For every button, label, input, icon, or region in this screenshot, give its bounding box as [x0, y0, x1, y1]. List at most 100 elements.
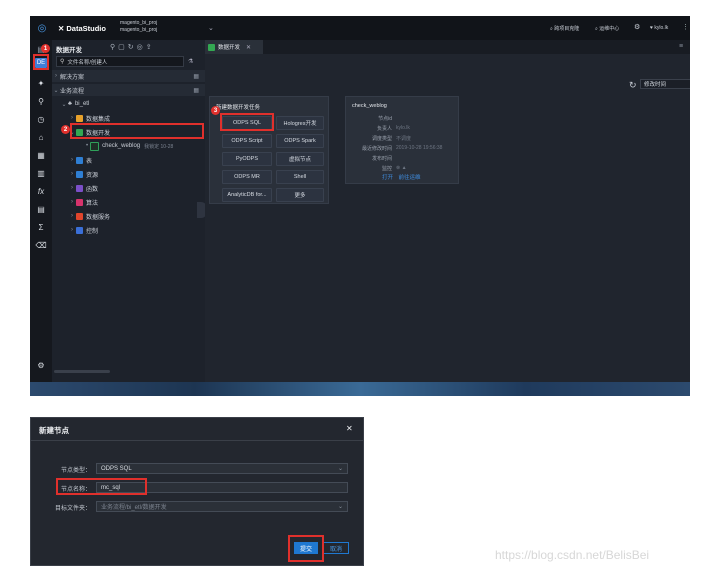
chevron-right-icon: › — [71, 227, 73, 233]
analyticdb-button[interactable]: AnalyticDB for... — [222, 188, 272, 202]
user-menu[interactable]: ♥ kylo.lk — [650, 25, 668, 31]
tree-label: 算法 — [86, 200, 99, 207]
dot-icon: • — [86, 143, 89, 149]
tree-item-solutions[interactable]: › 解决方案 ▦ — [52, 70, 205, 82]
tree-item-table[interactable]: › 表 — [68, 154, 92, 166]
tree-item-bi-etl[interactable]: ⌄ ♣ bi_etl — [60, 98, 89, 110]
node-type-value: ODPS SQL — [101, 465, 132, 472]
node-type-select[interactable]: ODPS SQL ⌄ — [96, 463, 348, 474]
main-area: 数据开发 ✕ ≡ ↻ 修改时间 新建数据开发任务 ODPS SQL Hologr… — [205, 40, 690, 396]
tab-data-dev[interactable]: 数据开发 ✕ — [205, 40, 263, 54]
cross-project-link[interactable]: ⌕ 跨项目克隆 — [550, 25, 579, 32]
marker-box-1 — [33, 54, 49, 70]
search-icon[interactable]: ⚲ — [110, 44, 118, 51]
tree-item-workflows[interactable]: ⌄ 业务流程 ▦ — [52, 84, 205, 96]
locate-icon[interactable]: ◎ — [137, 44, 146, 51]
node-meta: 我锁定 10-28 — [144, 143, 174, 150]
new-file-icon[interactable]: ▢ — [118, 44, 128, 51]
tree-item-algorithm[interactable]: › 算法 — [68, 196, 98, 208]
marker-3: 3 — [211, 106, 220, 115]
filter-icon[interactable]: ⚗ — [188, 58, 193, 65]
open-link[interactable]: 打开 — [382, 175, 393, 181]
chevron-down-icon: ⌄ — [61, 101, 67, 108]
settings-icon[interactable]: ⚙ — [634, 23, 640, 31]
tree-label: check_weblog — [102, 143, 141, 149]
info-value: ⊗ ▲ — [396, 165, 407, 171]
name-highlight-box — [56, 478, 147, 495]
tree-item-data-service[interactable]: › 数据服务 — [68, 210, 110, 222]
odps-script-button[interactable]: ODPS Script — [222, 134, 272, 148]
bottom-ribbon — [30, 382, 690, 396]
tree-label: 表 — [86, 158, 93, 165]
grid-icon[interactable]: ▥ — [35, 168, 47, 178]
sort-select[interactable]: 修改时间 — [640, 79, 690, 89]
info-key: 调度类型 — [371, 136, 392, 142]
puzzle-icon[interactable]: ✦ — [35, 78, 47, 88]
chevron-right-icon: › — [71, 171, 73, 177]
horizontal-scrollbar[interactable] — [54, 370, 110, 373]
data-dev-icon — [208, 43, 215, 51]
more-icon[interactable]: ⋮ — [682, 23, 689, 31]
new-task-panel: 新建数据开发任务 ODPS SQL Hologres开发 ODPS Script… — [209, 96, 329, 204]
table-icon — [76, 156, 83, 164]
sql-node-icon — [90, 141, 100, 151]
sigma-icon[interactable]: Σ — [35, 222, 47, 232]
cross-project-label: 跨项目克隆 — [554, 26, 580, 32]
odps-mr-button[interactable]: ODPS MR — [222, 170, 272, 184]
table-icon[interactable]: ▦ — [35, 150, 47, 160]
tree-label: 控制 — [86, 228, 99, 235]
virtual-node-button[interactable]: 虚拟节点 — [276, 152, 324, 166]
trash-icon[interactable]: ⌂ — [35, 132, 47, 142]
tree-search-input[interactable]: 文件名称/创建人 — [67, 58, 107, 66]
node-info-panel: check_weblog 节点id 负责人 kylo.lk 调度类型 不调度 最近修改时间… — [345, 96, 459, 184]
goto-ops-link[interactable]: 前往运维 — [399, 175, 421, 181]
search-icon[interactable]: ⚲ — [35, 96, 47, 106]
more-button[interactable]: 更多 — [276, 188, 324, 202]
tree-search-box[interactable]: ⚲ 文件名称/创建人 — [56, 56, 184, 67]
shell-button[interactable]: Shell — [276, 170, 324, 184]
close-icon[interactable]: ✕ — [246, 44, 251, 51]
close-icon[interactable]: ✕ — [346, 424, 353, 433]
function-icon[interactable]: fx — [35, 186, 47, 196]
info-value: 不调度 — [396, 136, 412, 142]
project-name-2: magento_bi_proj — [120, 27, 158, 33]
refresh-icon[interactable]: ↻ — [629, 80, 637, 91]
marker-box-3 — [220, 113, 274, 131]
target-folder-select[interactable]: 业务流程/bi_etl/数据开发 ⌄ — [96, 501, 348, 512]
algorithm-icon — [76, 198, 83, 206]
chevron-down-icon[interactable]: ⌄ — [208, 24, 214, 32]
node-info-title: check_weblog — [352, 103, 387, 109]
menu-icon[interactable]: ≡ — [679, 43, 683, 50]
tree-label: bi_etl — [74, 101, 90, 107]
list-icon[interactable]: ▤ — [35, 204, 47, 214]
project-switcher[interactable]: magento_bi_proj magento_bi_proj — [120, 20, 157, 34]
ops-center-link[interactable]: ⌕ 运维中心 — [595, 25, 619, 32]
tree-item-resource[interactable]: › 资源 — [68, 168, 98, 180]
marker-2: 2 — [61, 125, 70, 134]
user-name: kylo.lk — [654, 25, 669, 31]
tree-item-function[interactable]: › 函数 — [68, 182, 98, 194]
chevron-right-icon: › — [71, 185, 73, 191]
submit-highlight-box — [288, 535, 324, 562]
delete-icon[interactable]: ⌫ — [35, 240, 47, 250]
node-type-label: 节点类型： — [60, 468, 91, 474]
info-key: 最近修改时间 — [361, 146, 392, 152]
new-node-dialog: 新建节点 ✕ 节点类型： ODPS SQL ⌄ 节点名称： mc_sql 目标文… — [30, 417, 364, 566]
odps-spark-button[interactable]: ODPS Spark — [276, 134, 324, 148]
clock-icon[interactable]: ◷ — [35, 114, 47, 124]
tree-item-control[interactable]: › 控制 — [68, 224, 98, 236]
gear-icon[interactable]: ⚙ — [35, 360, 47, 370]
info-key: 负责人 — [376, 126, 392, 132]
import-icon[interactable]: ⇪ — [146, 44, 155, 51]
info-key: 监控 — [381, 166, 392, 172]
grid-icon: ▦ — [193, 87, 199, 94]
tree-label: 资源 — [86, 172, 99, 179]
tree-label: 数据集成 — [86, 116, 111, 123]
cancel-button[interactable]: 取消 — [323, 542, 349, 554]
refresh-icon[interactable]: ↻ — [128, 44, 137, 51]
tree-item-check-weblog[interactable]: • check_weblog 我锁定 10-28 — [86, 140, 173, 152]
pyodps-button[interactable]: PyODPS — [222, 152, 272, 166]
hologres-button[interactable]: Hologres开发 — [276, 116, 324, 130]
chevron-right-icon: › — [55, 73, 57, 79]
new-task-title: 新建数据开发任务 — [216, 105, 261, 111]
